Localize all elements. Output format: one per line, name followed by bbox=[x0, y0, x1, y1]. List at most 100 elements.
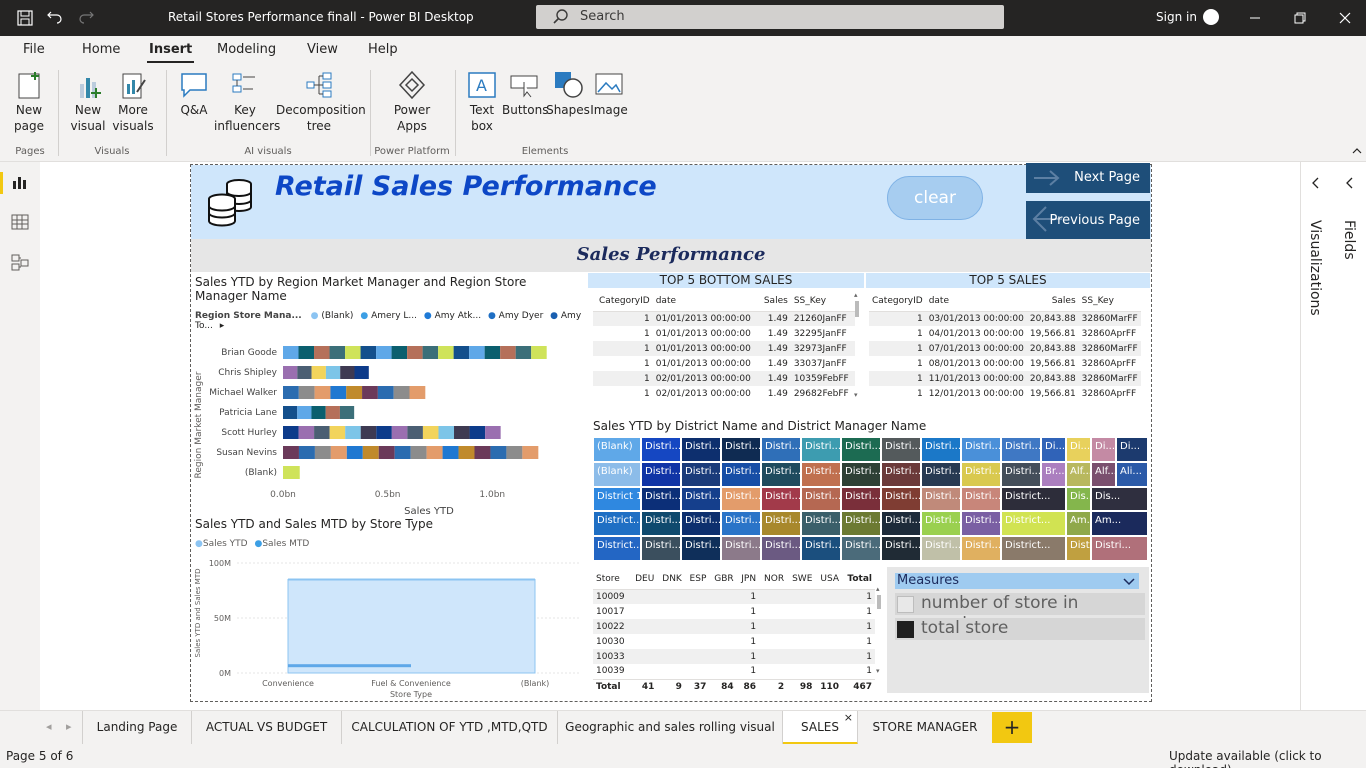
treemap-tile[interactable]: District... bbox=[593, 511, 641, 537]
bottom5-scrollbar[interactable]: ▴ ▾ bbox=[854, 291, 860, 399]
page-tab-sales[interactable]: SALES × bbox=[783, 711, 858, 745]
treemap-tile[interactable]: (Blank) bbox=[593, 437, 641, 462]
data-view-icon[interactable] bbox=[10, 212, 30, 232]
column-header[interactable]: SWE bbox=[787, 569, 816, 590]
table-row[interactable]: 1 02/01/2013 00:00:00 1.49 10359FebFF bbox=[593, 371, 855, 386]
table-row[interactable]: 1 12/01/2013 00:00:00 19,566.81 32860AprFF bbox=[869, 386, 1141, 401]
treemap-tile[interactable]: Ali... bbox=[1116, 461, 1148, 487]
treemap-tile[interactable]: Distri... bbox=[721, 437, 761, 462]
treemap-tile[interactable]: Distri... bbox=[1091, 536, 1148, 561]
treemap-tile[interactable]: Distri... bbox=[1001, 437, 1041, 462]
treemap-tile[interactable]: Distri... bbox=[761, 461, 801, 487]
tab-modeling[interactable]: Modeling bbox=[217, 42, 276, 57]
tab-file[interactable]: File bbox=[23, 42, 45, 57]
close-icon[interactable] bbox=[1335, 8, 1355, 28]
restore-icon[interactable] bbox=[1290, 8, 1310, 28]
page-tab-calculation[interactable]: CALCULATION OF YTD ,MTD,QTD bbox=[342, 711, 558, 745]
column-header[interactable]: DEU bbox=[630, 569, 658, 590]
treemap-tile[interactable]: Distri... bbox=[961, 486, 1001, 512]
column-header[interactable]: Store bbox=[593, 569, 631, 590]
treemap-tile[interactable]: Distri... bbox=[841, 437, 881, 462]
table-row[interactable]: 1 01/01/2013 00:00:00 1.49 33037JanFF bbox=[593, 356, 855, 371]
close-tab-icon[interactable]: × bbox=[844, 711, 853, 724]
key-influencers-button[interactable]: Key influencers bbox=[214, 70, 280, 134]
page-tab-geographic[interactable]: Geographic and sales rolling visual bbox=[558, 711, 783, 745]
update-link[interactable]: Update available (click to download) bbox=[1169, 749, 1366, 768]
treemap-tile[interactable]: Distri... bbox=[681, 536, 721, 561]
table-row[interactable]: 10033 1 1 bbox=[593, 649, 875, 664]
legend-item[interactable]: ● Amery L... bbox=[360, 311, 417, 321]
treemap-tile[interactable]: (Blank) bbox=[593, 461, 641, 487]
treemap-tile[interactable]: Distri... bbox=[881, 437, 921, 462]
tabs-prev-icon[interactable]: ◂ bbox=[46, 720, 52, 733]
treemap-tile[interactable]: District... bbox=[1001, 511, 1066, 537]
column-header[interactable]: Sales bbox=[1026, 291, 1079, 312]
treemap-tile[interactable]: Distri... bbox=[641, 536, 681, 561]
treemap-tile[interactable]: Distri... bbox=[641, 486, 681, 512]
legend-item[interactable]: ● Amy Atk... bbox=[424, 311, 481, 321]
table-row[interactable]: 10009 1 1 bbox=[593, 589, 875, 604]
treemap-tile[interactable]: Alf... bbox=[1091, 461, 1116, 487]
treemap-tile[interactable]: Distri... bbox=[641, 461, 681, 487]
new-visual-button[interactable]: New visual bbox=[66, 70, 110, 134]
table-row[interactable]: 10022 1 1 bbox=[593, 619, 875, 634]
treemap-tile[interactable]: Distri... bbox=[681, 461, 721, 487]
qa-button[interactable]: Q&A bbox=[174, 70, 214, 118]
column-header[interactable]: SS_Key bbox=[790, 291, 855, 312]
treemap-tile[interactable]: Alf... bbox=[1066, 461, 1091, 487]
collapse-visualizations-icon[interactable] bbox=[1310, 176, 1322, 190]
new-page-button[interactable]: New page bbox=[8, 70, 50, 134]
table-row[interactable]: 10017 1 1 bbox=[593, 604, 875, 619]
text-box-button[interactable]: A Text box bbox=[462, 70, 502, 134]
table-row[interactable]: 1 11/01/2013 00:00:00 20,843.88 32860MarFF bbox=[869, 371, 1141, 386]
treemap-tile[interactable]: Distri... bbox=[641, 511, 681, 537]
tabs-next-icon[interactable]: ▸ bbox=[66, 720, 72, 733]
column-header[interactable]: GBR bbox=[709, 569, 737, 590]
column-header[interactable]: date bbox=[925, 291, 1027, 312]
avatar[interactable] bbox=[1203, 9, 1219, 25]
treemap-tile[interactable]: Distri... bbox=[921, 536, 961, 561]
image-button[interactable]: Image bbox=[590, 70, 628, 118]
treemap-tile[interactable]: Distri... bbox=[881, 486, 921, 512]
column-header[interactable]: JPN bbox=[736, 569, 760, 590]
table-row[interactable]: 1 01/01/2013 00:00:00 1.49 32973JanFF bbox=[593, 341, 855, 356]
table-row[interactable]: 10030 1 1 bbox=[593, 634, 875, 649]
power-apps-button[interactable]: Power Apps bbox=[384, 70, 440, 134]
treemap-tile[interactable]: Distri... bbox=[881, 536, 921, 561]
buttons-button[interactable]: Buttons bbox=[502, 70, 548, 118]
treemap-tile[interactable]: Di... bbox=[1116, 437, 1148, 462]
table-row[interactable]: 1 02/01/2013 00:00:00 1.49 29682FebFF bbox=[593, 386, 855, 401]
search-box[interactable]: Search bbox=[536, 5, 1004, 29]
column-header[interactable]: USA bbox=[815, 569, 843, 590]
legend-item[interactable]: ● (Blank) bbox=[311, 311, 354, 321]
treemap-tile[interactable]: Distri... bbox=[921, 511, 961, 537]
decomposition-tree-button[interactable]: Decomposition tree bbox=[276, 70, 366, 134]
treemap-tile[interactable]: Distri... bbox=[681, 486, 721, 512]
treemap-tile[interactable]: Distri... bbox=[721, 486, 761, 512]
treemap-tile[interactable]: Distri... bbox=[961, 536, 1001, 561]
treemap-tile[interactable]: Distri... bbox=[841, 536, 881, 561]
tab-view[interactable]: View bbox=[307, 42, 338, 57]
checkbox[interactable] bbox=[897, 596, 914, 613]
treemap-tile[interactable]: Di... bbox=[1066, 437, 1091, 462]
treemap-tile[interactable]: Distri... bbox=[761, 437, 801, 462]
treemap-tile[interactable]: Distri... bbox=[921, 461, 961, 487]
previous-page-button[interactable]: Previous Page bbox=[1026, 201, 1150, 239]
treemap-tile[interactable]: Distri... bbox=[881, 511, 921, 537]
collapse-ribbon-icon[interactable] bbox=[1351, 146, 1363, 156]
measures-dropdown[interactable]: Measures bbox=[895, 573, 1139, 589]
treemap-tile[interactable]: Distri... bbox=[921, 486, 961, 512]
column-header[interactable]: CategoryID bbox=[869, 291, 926, 312]
treemap-tile[interactable]: Distri... bbox=[841, 486, 881, 512]
save-icon[interactable] bbox=[16, 9, 34, 27]
treemap-tile[interactable]: Distri... bbox=[1066, 536, 1091, 561]
visualizations-pane-tab[interactable]: Visualizations bbox=[1307, 220, 1323, 316]
column-header[interactable]: SS_Key bbox=[1078, 291, 1141, 312]
column-header[interactable]: ESP bbox=[684, 569, 710, 590]
table-row[interactable]: 10039 1 1 bbox=[593, 664, 875, 679]
treemap-tile[interactable]: District 1 bbox=[593, 486, 641, 512]
legend-item[interactable]: ●Sales MTD bbox=[254, 539, 309, 549]
next-page-button[interactable]: Next Page bbox=[1026, 163, 1150, 193]
table-row[interactable]: 1 07/01/2013 00:00:00 20,843.88 32860MarFF bbox=[869, 341, 1141, 356]
page-tab-landing[interactable]: Landing Page bbox=[82, 711, 192, 745]
